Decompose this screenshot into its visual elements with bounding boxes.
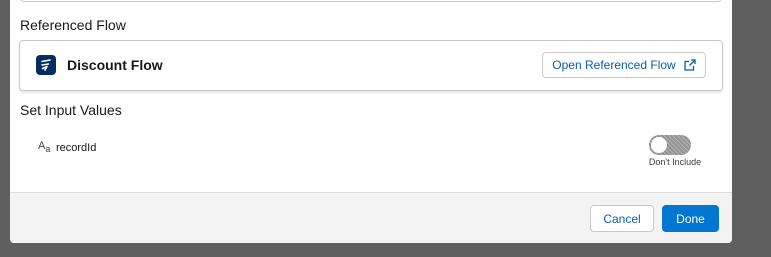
modal: Referenced Flow Discount Flow Open Refer… <box>10 0 732 243</box>
done-button[interactable]: Done <box>662 205 719 232</box>
cancel-button[interactable]: Cancel <box>590 205 654 232</box>
text-type-icon: Aa <box>38 140 52 154</box>
text-type-icon-lower: a <box>45 144 51 154</box>
include-toggle[interactable] <box>649 135 691 155</box>
previous-field <box>20 0 722 2</box>
variable-name: recordId <box>56 142 97 154</box>
external-link-icon <box>684 59 696 71</box>
flow-icon <box>36 55 56 75</box>
referenced-flow-heading: Referenced Flow <box>20 17 126 33</box>
toggle-knob <box>651 137 667 153</box>
open-referenced-flow-label: Open Referenced Flow <box>552 58 676 72</box>
include-toggle-label: Don't Include <box>648 157 702 167</box>
flow-name: Discount Flow <box>67 57 163 73</box>
set-input-values-heading: Set Input Values <box>20 102 122 118</box>
open-referenced-flow-button[interactable]: Open Referenced Flow <box>542 52 706 78</box>
modal-footer: Cancel Done <box>10 192 732 243</box>
referenced-flow-card: Discount Flow Open Referenced Flow <box>19 40 723 91</box>
